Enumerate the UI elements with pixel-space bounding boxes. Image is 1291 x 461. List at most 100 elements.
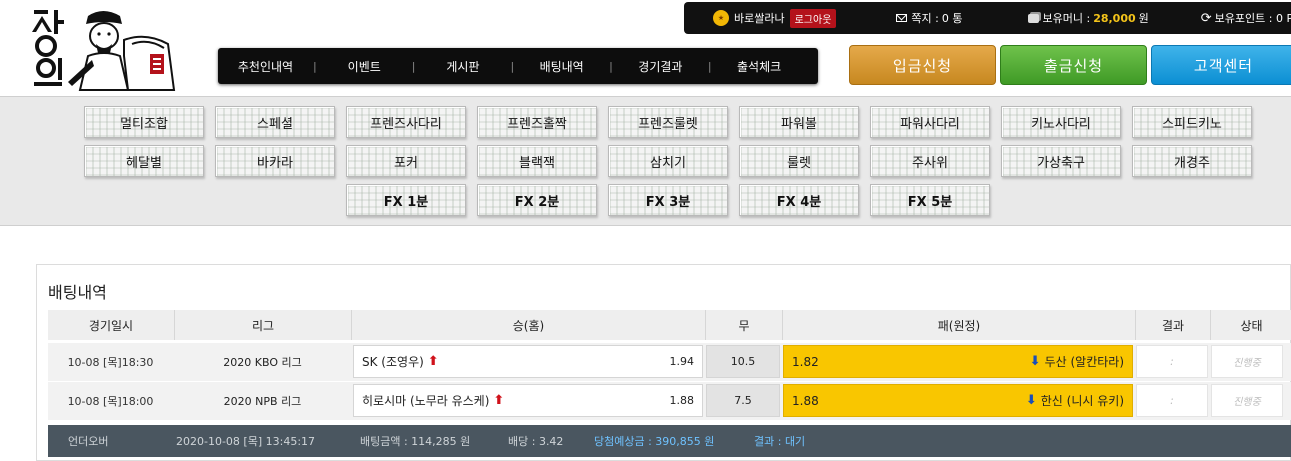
logout-button[interactable]: 로그아웃 xyxy=(789,8,837,28)
game-button-power-ladder[interactable]: 파워사다리 xyxy=(870,106,990,138)
page: ★ 바로쌀라나 로그아웃 쪽지 : 0 통 보유머니 : 28,000 원 ⟳ … xyxy=(0,0,1291,461)
points-info: ⟳ 보유포인트 : 0 P xyxy=(1201,10,1291,26)
bet-expected-payout: 당첨예상금 : 390,855 원 xyxy=(594,435,715,448)
messages-count: 0 통 xyxy=(941,12,963,25)
customer-center-button[interactable]: 고객센터 xyxy=(1151,45,1291,85)
bet-type: 언더오버 xyxy=(68,435,109,448)
nav-item-results[interactable]: 경기결과 xyxy=(613,58,708,75)
game-button-fx-5min[interactable]: FX 5분 xyxy=(870,184,990,216)
header: ★ 바로쌀라나 로그아웃 쪽지 : 0 통 보유머니 : 28,000 원 ⟳ … xyxy=(0,0,1291,96)
col-header-away: 패(원정) xyxy=(783,310,1136,340)
home-pick[interactable]: SK (조영우) ⬆ 1.94 xyxy=(353,345,703,378)
bet-summary-bar: 언더오버 2020-10-08 [목] 13:45:17 배팅금액 : 114,… xyxy=(48,425,1291,457)
home-pick[interactable]: 히로시마 (노무라 유스케) ⬆ 1.88 xyxy=(353,384,703,417)
col-header-draw: 무 xyxy=(706,310,783,340)
game-button-dog-race[interactable]: 개경주 xyxy=(1132,145,1252,177)
game-button-multi-combo[interactable]: 멀티조합 xyxy=(84,106,204,138)
nav-item-attendance[interactable]: 출석체크 xyxy=(712,58,807,75)
game-button-sun-moon-star[interactable]: 헤달별 xyxy=(84,145,204,177)
panel-title: 배팅내역 xyxy=(48,283,107,302)
bet-result: 결과 : 대기 xyxy=(754,435,806,448)
col-header-status: 상태 xyxy=(1240,318,1263,333)
game-button-friends-roulette[interactable]: 프렌즈룰렛 xyxy=(608,106,728,138)
arrow-up-icon: ⬆ xyxy=(427,354,439,369)
game-button-powerball[interactable]: 파워볼 xyxy=(739,106,859,138)
away-odds: 1.88 xyxy=(792,393,819,408)
game-button-blackjack[interactable]: 블랙잭 xyxy=(477,145,597,177)
col-header-home: 승(홈) xyxy=(352,310,706,340)
mail-icon xyxy=(896,14,908,22)
game-button-roulette[interactable]: 룰렛 xyxy=(739,145,859,177)
arrow-down-icon: ⬇ xyxy=(1025,393,1037,408)
game-button-fx-3min[interactable]: FX 3분 xyxy=(608,184,728,216)
messages-link[interactable]: 쪽지 : 0 통 xyxy=(896,10,963,26)
game-button-friends-oddeven[interactable]: 프렌즈홀짝 xyxy=(477,106,597,138)
arrow-down-icon: ⬇ xyxy=(1029,354,1041,369)
row-status: 진행중 xyxy=(1211,345,1283,378)
refresh-icon[interactable]: ⟳ xyxy=(1201,11,1212,26)
table-row: 10-08 [목]18:30 2020 KBO 리그 SK (조영우) ⬆ 1.9… xyxy=(48,343,1291,381)
logo-graphic xyxy=(32,10,176,91)
home-odds: 1.88 xyxy=(669,394,695,407)
money-unit: 원 xyxy=(1138,12,1149,25)
home-team: 히로시마 (노무라 유스케) xyxy=(362,394,490,408)
game-button-keno-ladder[interactable]: 키노사다리 xyxy=(1001,106,1121,138)
away-odds: 1.82 xyxy=(792,354,819,369)
away-team: 한신 (니시 유키) xyxy=(1040,394,1124,408)
points-label: 보유포인트 : 0 P xyxy=(1214,12,1291,25)
game-button-poker[interactable]: 포커 xyxy=(346,145,466,177)
top-navigation: 추천인내역 | 이벤트 | 게시판 | 배팅내역 | 경기결과 | 출석체크 xyxy=(218,48,818,84)
money-info: 보유머니 : 28,000 원 xyxy=(1027,10,1149,26)
nav-item-events[interactable]: 이벤트 xyxy=(317,58,412,75)
site-logo[interactable] xyxy=(28,6,188,92)
user-info: ★ 바로쌀라나 로그아웃 xyxy=(713,8,837,28)
draw-pick[interactable]: 10.5 xyxy=(706,345,780,378)
game-button-virtual-soccer[interactable]: 가상축구 xyxy=(1001,145,1121,177)
row-datetime: 10-08 [목]18:30 xyxy=(67,355,154,369)
game-button-dice[interactable]: 주사위 xyxy=(870,145,990,177)
table-row: 10-08 [목]18:00 2020 NPB 리그 히로시마 (노무라 유스케… xyxy=(48,382,1291,420)
username: 바로쌀라나 xyxy=(734,12,785,25)
money-icon xyxy=(1027,13,1039,23)
game-button-fx-1min[interactable]: FX 1분 xyxy=(346,184,466,216)
money-label: 보유머니 : xyxy=(1042,12,1091,25)
row-datetime: 10-08 [목]18:00 xyxy=(67,394,154,408)
betting-history-panel: 배팅내역 경기일시 리그 승(홈) 무 패(원정) 결과 상태 10-08 [목… xyxy=(36,264,1291,461)
bet-odds: 배당 : 3.42 xyxy=(508,435,564,448)
arrow-up-icon: ⬆ xyxy=(493,393,505,408)
level-coin-icon: ★ xyxy=(713,10,729,26)
row-status: 진행중 xyxy=(1211,384,1283,417)
user-status-bar: ★ 바로쌀라나 로그아웃 쪽지 : 0 통 보유머니 : 28,000 원 ⟳ … xyxy=(684,2,1291,34)
game-button-friends-ladder[interactable]: 프렌즈사다리 xyxy=(346,106,466,138)
col-header-result: 결과 xyxy=(1136,310,1211,340)
bet-amount: 배팅금액 : 114,285 원 xyxy=(360,435,471,448)
nav-item-betting-history[interactable]: 배팅내역 xyxy=(514,58,609,75)
game-button-baccarat[interactable]: 바카라 xyxy=(215,145,335,177)
away-pick-selected[interactable]: 1.82 ⬇ 두산 (알칸타라) xyxy=(783,345,1133,378)
col-header-datetime: 경기일시 xyxy=(48,310,175,340)
game-button-speed-keno[interactable]: 스피드키노 xyxy=(1132,106,1252,138)
row-league: 2020 KBO 리그 xyxy=(223,355,302,369)
away-pick-selected[interactable]: 1.88 ⬇ 한신 (니시 유키) xyxy=(783,384,1133,417)
game-button-samchigi[interactable]: 삼치기 xyxy=(608,145,728,177)
row-result: : xyxy=(1136,345,1208,378)
row-result: : xyxy=(1136,384,1208,417)
home-team: SK (조영우) xyxy=(362,355,424,369)
game-button-fx-2min[interactable]: FX 2분 xyxy=(477,184,597,216)
messages-label: 쪽지 : xyxy=(911,12,939,25)
game-menu: 멀티조합 스페셜 프렌즈사다리 프렌즈홀짝 프렌즈룰렛 파워볼 파워사다리 키노… xyxy=(0,96,1291,226)
deposit-button[interactable]: 입금신청 xyxy=(849,45,996,85)
col-header-league: 리그 xyxy=(175,310,352,340)
nav-item-board[interactable]: 게시판 xyxy=(415,58,510,75)
nav-item-referrals[interactable]: 추천인내역 xyxy=(218,58,313,75)
table-header: 경기일시 리그 승(홈) 무 패(원정) 결과 상태 xyxy=(48,310,1291,340)
draw-pick[interactable]: 7.5 xyxy=(706,384,780,417)
away-team: 두산 (알칸타라) xyxy=(1044,355,1124,369)
game-button-special[interactable]: 스페셜 xyxy=(215,106,335,138)
withdraw-button[interactable]: 출금신청 xyxy=(1000,45,1147,85)
game-button-fx-4min[interactable]: FX 4분 xyxy=(739,184,859,216)
bet-datetime: 2020-10-08 [목] 13:45:17 xyxy=(176,435,316,448)
row-league: 2020 NPB 리그 xyxy=(223,394,302,408)
money-value: 28,000 xyxy=(1093,11,1136,25)
home-odds: 1.94 xyxy=(669,355,695,368)
